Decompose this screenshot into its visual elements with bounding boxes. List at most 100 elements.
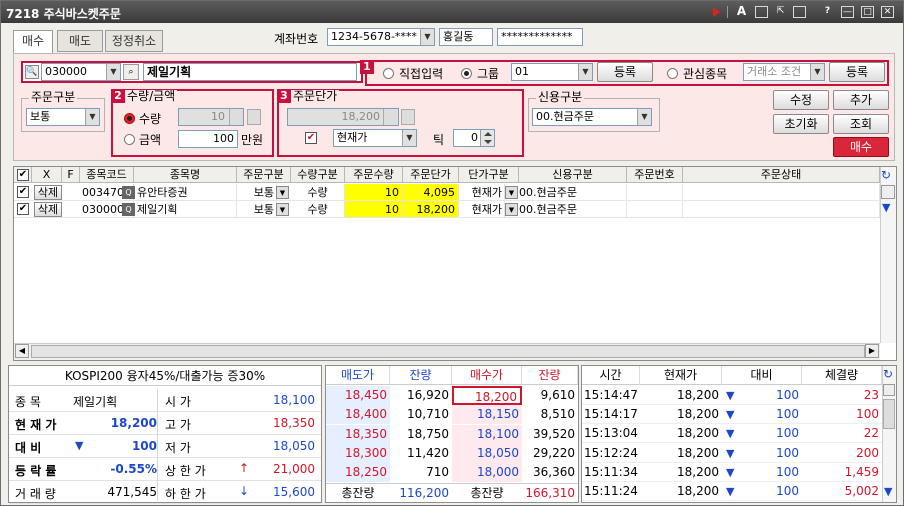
ticks-refresh-icon[interactable]: ↻ (883, 367, 893, 381)
order-no-cell (627, 184, 683, 201)
order-type-dropdown-icon[interactable]: ▼ (276, 203, 289, 216)
pin-icon[interactable]: ⇱ (774, 6, 787, 18)
bid-price[interactable]: 18,150 (452, 405, 522, 425)
quote-label: 시 가 (165, 395, 191, 409)
row-checkbox[interactable]: ✔ (17, 203, 29, 215)
price-type-checkbox[interactable]: ✔ (305, 132, 317, 144)
quote-label: 등 락 률 (15, 464, 57, 478)
credit-select[interactable]: 00.현금주문 ▼ (532, 108, 652, 126)
tab-sell[interactable]: 매도 (57, 30, 103, 52)
grid-header-X: X (32, 167, 62, 183)
price-type-cell[interactable]: 현재가 (459, 201, 505, 218)
buy-button[interactable]: 매수 (833, 137, 889, 157)
radio-quantity[interactable] (124, 113, 135, 124)
price-type-dropdown-icon[interactable]: ▼ (505, 203, 518, 216)
order-type-cell[interactable]: 보통 (237, 184, 277, 201)
ask-price[interactable]: 18,250 (326, 463, 390, 483)
bid-price[interactable]: 18,050 (452, 443, 522, 463)
account-select[interactable]: 1234-5678-**** ▼ (327, 28, 435, 46)
radio-amount[interactable] (124, 134, 135, 145)
hscroll-thumb[interactable] (31, 345, 865, 358)
bid-price[interactable]: 18,200 (452, 386, 522, 405)
quantity-label: 수량 (139, 112, 162, 126)
grid-add-row-icon[interactable] (881, 185, 895, 199)
quote-value: 21,000 (273, 462, 315, 476)
calculator-icon[interactable] (247, 109, 261, 125)
section2-badge: 2 (111, 89, 125, 103)
quote-label: 현 재 가 (15, 418, 57, 432)
tab-buy[interactable]: 매수 (13, 30, 53, 53)
ticks-scroll-thumb[interactable] (883, 399, 895, 429)
quote-value: 제일기획 (73, 395, 118, 409)
stock-code-input[interactable]: 030000 ▼ (41, 63, 121, 81)
order-type-select[interactable]: 보통 ▼ (26, 108, 100, 126)
hscroll-right-icon[interactable]: ▶ (865, 344, 879, 358)
tick-time: 15:14:17 (584, 407, 638, 422)
bid-price[interactable]: 18,000 (452, 463, 522, 483)
order-qty-cell[interactable]: 10 (345, 201, 403, 218)
ask-price[interactable]: 18,350 (326, 424, 390, 444)
ask-price[interactable]: 18,450 (326, 386, 390, 405)
quantity-spin[interactable] (229, 109, 243, 125)
group-select[interactable]: 01 ▼ (511, 63, 593, 81)
tab-modify-cancel[interactable]: 정정취소 (105, 30, 163, 52)
grid-header-chk[interactable]: ✔ (14, 167, 32, 183)
order-type-dropdown-icon[interactable]: ▼ (276, 186, 289, 199)
bid-price[interactable]: 18,100 (452, 424, 522, 444)
order-qty-cell[interactable]: 10 (345, 184, 403, 201)
help-icon[interactable]: ? (821, 6, 834, 18)
ask-price[interactable]: 18,400 (326, 405, 390, 425)
minimize-icon[interactable]: — (841, 6, 854, 18)
window-link-icon[interactable] (755, 6, 768, 18)
group-register-button[interactable]: 등록 (597, 62, 653, 82)
query-button[interactable]: 조회 (833, 114, 889, 134)
radio-direct-input[interactable] (383, 68, 394, 79)
tick-diff: 100 (776, 388, 799, 402)
grid-scroll-down-icon[interactable]: ▼ (882, 201, 890, 214)
play-icon[interactable] (713, 7, 720, 17)
watchlist-select[interactable]: 거래소 조건 ▼ (743, 63, 825, 81)
ticks-header: 체결량 (802, 366, 882, 385)
price-type-select[interactable]: 현재가 ▼ (333, 129, 417, 147)
order-type-cell[interactable]: 보통 (237, 201, 277, 218)
price-type-dropdown-icon[interactable]: ▼ (505, 186, 518, 199)
grid-header-otype: 주문구분 (237, 167, 291, 183)
grid-header-status: 주문상태 (683, 167, 880, 183)
price-type-cell[interactable]: 현재가 (459, 184, 505, 201)
delete-button[interactable]: 삭제 (34, 185, 62, 200)
price-spin[interactable] (383, 109, 397, 125)
amount-label: 금액 (139, 133, 162, 147)
stock-search-icon[interactable]: Q (122, 186, 135, 199)
delete-button[interactable]: 삭제 (34, 202, 62, 217)
order-status-cell (683, 184, 880, 201)
grid-header-credit: 신용구분 (519, 167, 627, 183)
hscroll-left-icon[interactable]: ◀ (15, 344, 29, 358)
price-calc-icon[interactable] (401, 109, 415, 125)
stock-lookup-icon[interactable]: ⌕ (123, 64, 139, 80)
order-price-cell[interactable]: 4,095 (403, 184, 459, 201)
radio-watchlist[interactable] (667, 68, 678, 79)
amount-input[interactable]: 100 (178, 130, 238, 148)
modify-button[interactable]: 수정 (773, 90, 829, 110)
stock-search-icon[interactable]: Q (122, 203, 135, 216)
radio-group[interactable] (461, 68, 472, 79)
password-field[interactable]: ************* (497, 28, 583, 46)
add-button[interactable]: 추가 (833, 90, 889, 110)
copy-icon[interactable] (793, 6, 806, 18)
ask-qty: 11,420 (407, 445, 449, 460)
row-checkbox[interactable]: ✔ (17, 186, 29, 198)
quote-label: 저 가 (165, 441, 191, 455)
tick-spin[interactable] (480, 130, 494, 146)
font-icon[interactable]: A (735, 5, 748, 18)
search-icon[interactable]: 🔍 (25, 65, 39, 79)
close-icon[interactable]: ✕ (881, 6, 894, 18)
ticks-scroll-down-icon[interactable]: ▼ (884, 485, 892, 498)
watchlist-register-button[interactable]: 등록 (829, 62, 885, 82)
header-checkbox[interactable]: ✔ (17, 169, 29, 181)
ticks-add-icon[interactable] (883, 384, 895, 396)
order-price-cell[interactable]: 18,200 (403, 201, 459, 218)
refresh-icon[interactable]: ↻ (881, 168, 891, 182)
reset-button[interactable]: 초기화 (773, 114, 829, 134)
maximize-icon[interactable]: □ (861, 6, 874, 18)
ask-price[interactable]: 18,300 (326, 443, 390, 463)
